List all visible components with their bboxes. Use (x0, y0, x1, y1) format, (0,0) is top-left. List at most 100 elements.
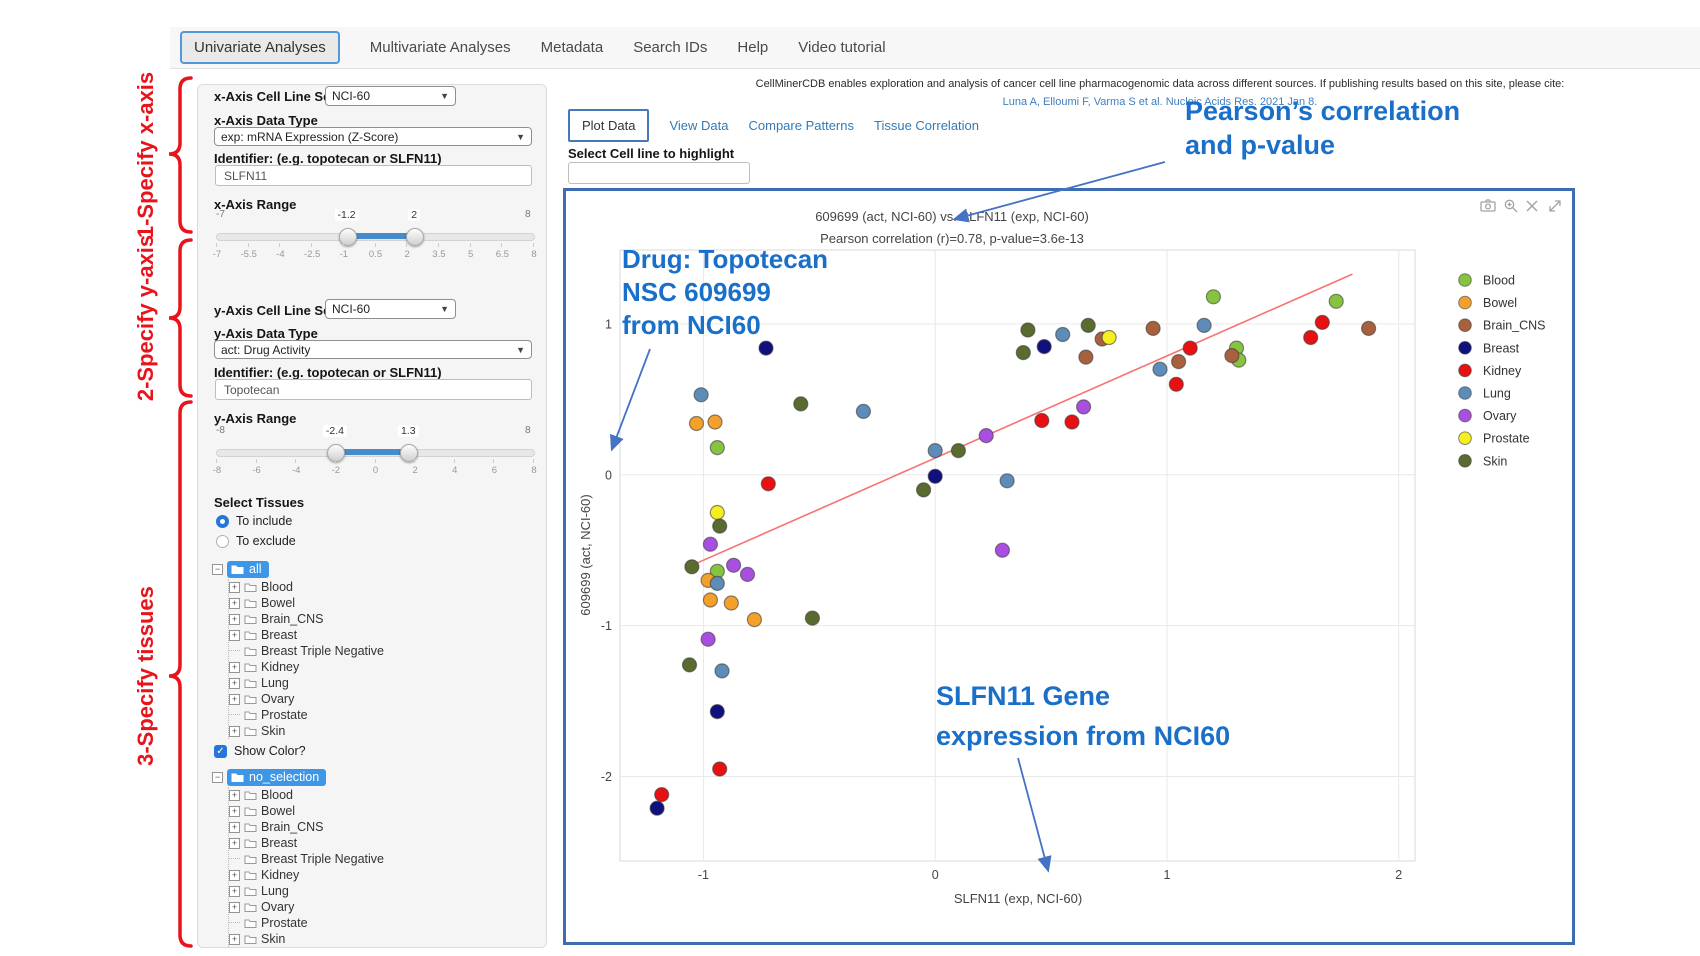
scatter-point-skin[interactable] (1016, 346, 1030, 360)
scatter-point-ovary[interactable] (741, 567, 755, 581)
include-tree-item-breast[interactable]: +Breast (229, 627, 384, 643)
x-range-slider-handle-from[interactable] (339, 228, 357, 246)
tissue-include-tree-root[interactable]: − all (212, 561, 269, 578)
include-tree-item-ovary[interactable]: +Ovary (229, 691, 384, 707)
exclude-tree-item-brain_cns[interactable]: +Brain_CNS (229, 819, 384, 835)
scatter-point-blood[interactable] (710, 441, 724, 455)
scatter-point-kidney[interactable] (1035, 414, 1049, 428)
scatter-point-bowel[interactable] (747, 613, 761, 627)
tissue-exclude-tree-root[interactable]: − no_selection (212, 769, 326, 786)
scatter-point-ovary[interactable] (727, 558, 741, 572)
legend-item-blood[interactable]: Blood (1459, 274, 1515, 288)
scatter-point-kidney[interactable] (713, 762, 727, 776)
nav-tab-video-tutorial[interactable]: Video tutorial (798, 39, 885, 56)
scatter-point-brain_cns[interactable] (1079, 350, 1093, 364)
radio-to-include[interactable] (216, 515, 229, 528)
scatter-point-skin[interactable] (713, 519, 727, 533)
expand-icon[interactable]: + (229, 582, 240, 593)
expand-icon[interactable]: + (229, 614, 240, 625)
scatter-point-kidney[interactable] (1183, 341, 1197, 355)
scatter-point-skin[interactable] (805, 611, 819, 625)
tab-compare-patterns[interactable]: Compare Patterns (749, 118, 855, 133)
exclude-tree-item-kidney[interactable]: +Kidney (229, 867, 384, 883)
scatter-point-bowel[interactable] (724, 596, 738, 610)
legend-item-breast[interactable]: Breast (1459, 341, 1520, 355)
tab-tissue-correlation[interactable]: Tissue Correlation (874, 118, 979, 133)
scatter-point-ovary[interactable] (701, 632, 715, 646)
scatter-point-blood[interactable] (1329, 294, 1343, 308)
legend-item-skin[interactable]: Skin (1459, 454, 1508, 468)
tab-plot-data[interactable]: Plot Data (568, 109, 649, 142)
scatter-point-breast[interactable] (928, 469, 942, 483)
exclude-tree-item-bowel[interactable]: +Bowel (229, 803, 384, 819)
scatter-point-brain_cns[interactable] (1225, 349, 1239, 363)
scatter-point-skin[interactable] (917, 483, 931, 497)
scatter-point-kidney[interactable] (655, 788, 669, 802)
nav-tab-univariate-analyses[interactable]: Univariate Analyses (180, 31, 340, 64)
include-tree-item-bowel[interactable]: +Bowel (229, 595, 384, 611)
expand-icon[interactable]: + (229, 630, 240, 641)
expand-icon[interactable]: + (229, 886, 240, 897)
expand-icon[interactable]: + (229, 694, 240, 705)
y-cell-line-set-select[interactable]: NCI-60 ▼ (325, 299, 456, 319)
scatter-point-ovary[interactable] (979, 429, 993, 443)
expand-icon[interactable]: + (229, 902, 240, 913)
include-tree-item-skin[interactable]: +Skin (229, 723, 384, 739)
scatter-point-prostate[interactable] (1102, 331, 1116, 345)
exclude-tree-item-skin[interactable]: +Skin (229, 931, 384, 947)
scatter-point-skin[interactable] (1021, 323, 1035, 337)
scatter-point-breast[interactable] (650, 801, 664, 815)
x-range-slider-handle-to[interactable] (406, 228, 424, 246)
scatter-point-blood[interactable] (1206, 290, 1220, 304)
legend-item-ovary[interactable]: Ovary (1459, 409, 1517, 423)
scatter-point-breast[interactable] (710, 705, 724, 719)
expand-icon[interactable]: + (229, 822, 240, 833)
scatter-point-skin[interactable] (951, 444, 965, 458)
scatter-point-breast[interactable] (1037, 340, 1051, 354)
include-tree-item-kidney[interactable]: +Kidney (229, 659, 384, 675)
scatter-point-brain_cns[interactable] (1172, 355, 1186, 369)
tab-view-data[interactable]: View Data (669, 118, 728, 133)
scatter-point-lung[interactable] (1197, 318, 1211, 332)
include-tree-item-blood[interactable]: +Blood (229, 579, 384, 595)
highlight-cell-line-input[interactable] (568, 162, 750, 184)
exclude-tree-item-blood[interactable]: +Blood (229, 787, 384, 803)
expand-icon[interactable]: + (229, 806, 240, 817)
scatter-point-brain_cns[interactable] (1146, 321, 1160, 335)
nav-tab-metadata[interactable]: Metadata (541, 39, 604, 56)
exclude-tree-item-ovary[interactable]: +Ovary (229, 899, 384, 915)
expand-icon[interactable]: + (229, 598, 240, 609)
nav-tab-multivariate-analyses[interactable]: Multivariate Analyses (370, 39, 511, 56)
x-identifier-input[interactable]: SLFN11 (215, 165, 532, 186)
zoom-in-icon[interactable] (1505, 200, 1517, 212)
nav-tab-help[interactable]: Help (737, 39, 768, 56)
x-data-type-select[interactable]: exp: mRNA Expression (Z-Score) ▼ (214, 127, 532, 146)
scatter-point-kidney[interactable] (1169, 377, 1183, 391)
scatter-point-lung[interactable] (1153, 362, 1167, 376)
collapse-icon[interactable]: − (212, 564, 223, 575)
legend-item-bowel[interactable]: Bowel (1459, 296, 1517, 310)
scatter-point-bowel[interactable] (708, 415, 722, 429)
include-tree-item-breast-triple-negative[interactable]: Breast Triple Negative (229, 643, 384, 659)
scatter-point-kidney[interactable] (1065, 415, 1079, 429)
scatter-point-ovary[interactable] (1077, 400, 1091, 414)
scatter-point-skin[interactable] (1081, 318, 1095, 332)
y-range-slider-handle-from[interactable] (327, 444, 345, 462)
scatter-point-lung[interactable] (928, 444, 942, 458)
scatter-point-lung[interactable] (694, 388, 708, 402)
exclude-tree-item-breast[interactable]: +Breast (229, 835, 384, 851)
expand-icon[interactable]: + (229, 870, 240, 881)
y-data-type-select[interactable]: act: Drug Activity ▼ (214, 340, 532, 359)
exclude-tree-item-breast-triple-negative[interactable]: Breast Triple Negative (229, 851, 384, 867)
citation-link[interactable]: Luna A, Elloumi F, Varma S et al. Nuclei… (660, 96, 1660, 108)
scatter-point-bowel[interactable] (703, 593, 717, 607)
scatter-point-kidney[interactable] (1315, 315, 1329, 329)
legend-item-lung[interactable]: Lung (1459, 387, 1511, 401)
pan-icon[interactable] (1550, 201, 1560, 211)
legend-item-kidney[interactable]: Kidney (1459, 364, 1522, 378)
expand-icon[interactable]: + (229, 838, 240, 849)
scatter-point-ovary[interactable] (995, 543, 1009, 557)
close-icon[interactable] (1527, 201, 1537, 211)
include-tree-item-lung[interactable]: +Lung (229, 675, 384, 691)
scatter-point-breast[interactable] (759, 341, 773, 355)
